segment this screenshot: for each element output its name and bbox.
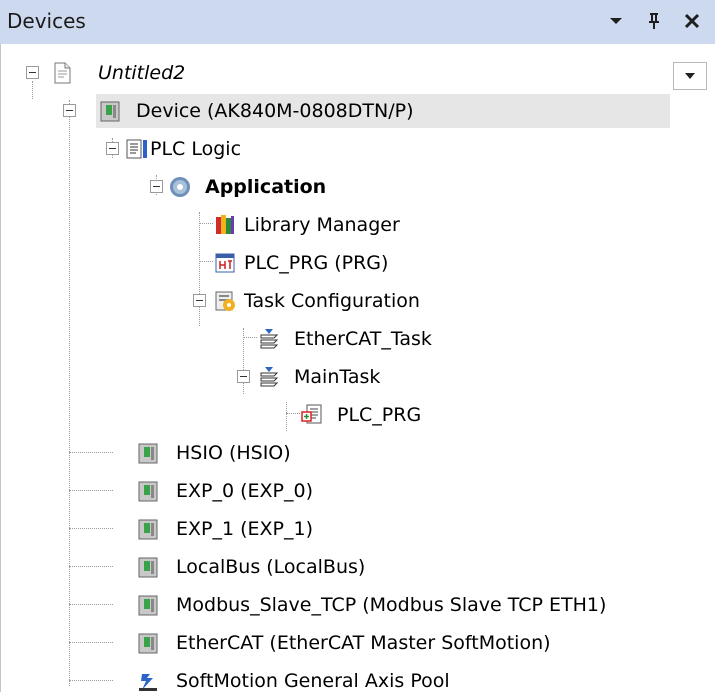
pin-icon xyxy=(649,13,659,29)
device-icon xyxy=(138,481,158,502)
tree-item-plc-prg-call[interactable]: PLC_PRG xyxy=(1,398,715,432)
device-icon xyxy=(138,557,158,578)
tree-item-label: Application xyxy=(205,176,327,198)
program-call-icon xyxy=(301,404,322,424)
tree-item-label: Device (AK840M-0808DTN/P) xyxy=(136,100,414,122)
tree-item-hsio[interactable]: HSIO (HSIO) xyxy=(1,436,715,470)
devices-panel-titlebar: Devices xyxy=(0,0,715,44)
pin-button[interactable] xyxy=(640,6,668,36)
tree-item-label: Library Manager xyxy=(244,214,400,236)
tree-item-ethercat-task[interactable]: EtherCAT_Task xyxy=(1,322,715,356)
tree-item-label: EtherCAT_Task xyxy=(294,328,432,350)
tree-item-label: Modbus_Slave_TCP (Modbus Slave TCP ETH1) xyxy=(176,594,607,616)
tree-item-label: EXP_1 (EXP_1) xyxy=(176,518,313,540)
plc-logic-icon xyxy=(126,139,147,159)
tree-item-label: PLC_PRG (PRG) xyxy=(244,252,389,274)
application-gear-icon xyxy=(170,177,190,197)
device-tree: Untitled2 Device (AK840M-0808DTN/P) PLC … xyxy=(0,44,715,692)
chevron-down-icon xyxy=(685,73,695,79)
tree-item-label: SoftMotion General Axis Pool xyxy=(176,670,450,692)
collapse-toggle[interactable] xyxy=(237,370,250,383)
window-position-dropdown-button[interactable] xyxy=(602,6,630,36)
tree-item-task-configuration[interactable]: Task Configuration xyxy=(1,284,715,318)
project-icon xyxy=(54,62,71,84)
tree-item-ethercat[interactable]: EtherCAT (EtherCAT Master SoftMotion) xyxy=(1,626,715,660)
collapse-toggle[interactable] xyxy=(106,142,119,155)
tree-item-label: PLC_PRG xyxy=(337,404,422,426)
tree-item-label: HSIO (HSIO) xyxy=(176,442,291,464)
close-button[interactable] xyxy=(678,6,706,36)
task-icon xyxy=(260,329,279,349)
library-manager-icon xyxy=(216,215,234,234)
close-icon xyxy=(684,13,700,29)
tree-item-localbus[interactable]: LocalBus (LocalBus) xyxy=(1,550,715,584)
tree-item-label: Untitled2 xyxy=(98,62,186,84)
device-icon xyxy=(100,101,120,122)
chevron-down-icon xyxy=(610,18,622,24)
tree-item-plc-logic[interactable]: PLC Logic xyxy=(1,132,715,166)
task-icon xyxy=(260,367,279,387)
tree-item-library-manager[interactable]: Library Manager xyxy=(1,208,715,242)
tree-item-label: EXP_0 (EXP_0) xyxy=(176,480,313,502)
tree-item-modbus-slave-tcp[interactable]: Modbus_Slave_TCP (Modbus Slave TCP ETH1) xyxy=(1,588,715,622)
device-icon xyxy=(138,519,158,540)
program-icon xyxy=(215,253,235,273)
device-icon xyxy=(138,595,158,616)
device-icon xyxy=(138,443,158,464)
tree-item-exp-0[interactable]: EXP_0 (EXP_0) xyxy=(1,474,715,508)
tree-item-application[interactable]: Application xyxy=(1,170,715,204)
tree-item-device[interactable]: Device (AK840M-0808DTN/P) xyxy=(1,94,715,128)
tree-item-exp-1[interactable]: EXP_1 (EXP_1) xyxy=(1,512,715,546)
tree-item-label: EtherCAT (EtherCAT Master SoftMotion) xyxy=(176,632,551,654)
task-configuration-icon xyxy=(215,291,235,311)
collapse-toggle[interactable] xyxy=(193,294,206,307)
tree-item-plc-prg[interactable]: PLC_PRG (PRG) xyxy=(1,246,715,280)
device-icon xyxy=(138,633,158,654)
collapse-toggle[interactable] xyxy=(63,104,76,117)
tree-options-dropdown-button[interactable] xyxy=(673,62,707,90)
tree-item-label: MainTask xyxy=(294,366,381,388)
tree-item-label: Task Configuration xyxy=(244,290,420,312)
tree-item-project[interactable]: Untitled2 xyxy=(1,56,715,90)
collapse-toggle[interactable] xyxy=(26,66,39,79)
tree-item-label: PLC Logic xyxy=(150,138,242,160)
tree-item-softmotion-axis-pool[interactable]: SoftMotion General Axis Pool xyxy=(1,664,715,698)
panel-title: Devices xyxy=(7,9,86,33)
tree-item-label: LocalBus (LocalBus) xyxy=(176,556,366,578)
tree-item-maintask[interactable]: MainTask xyxy=(1,360,715,394)
collapse-toggle[interactable] xyxy=(150,180,163,193)
axis-pool-icon xyxy=(139,674,157,691)
